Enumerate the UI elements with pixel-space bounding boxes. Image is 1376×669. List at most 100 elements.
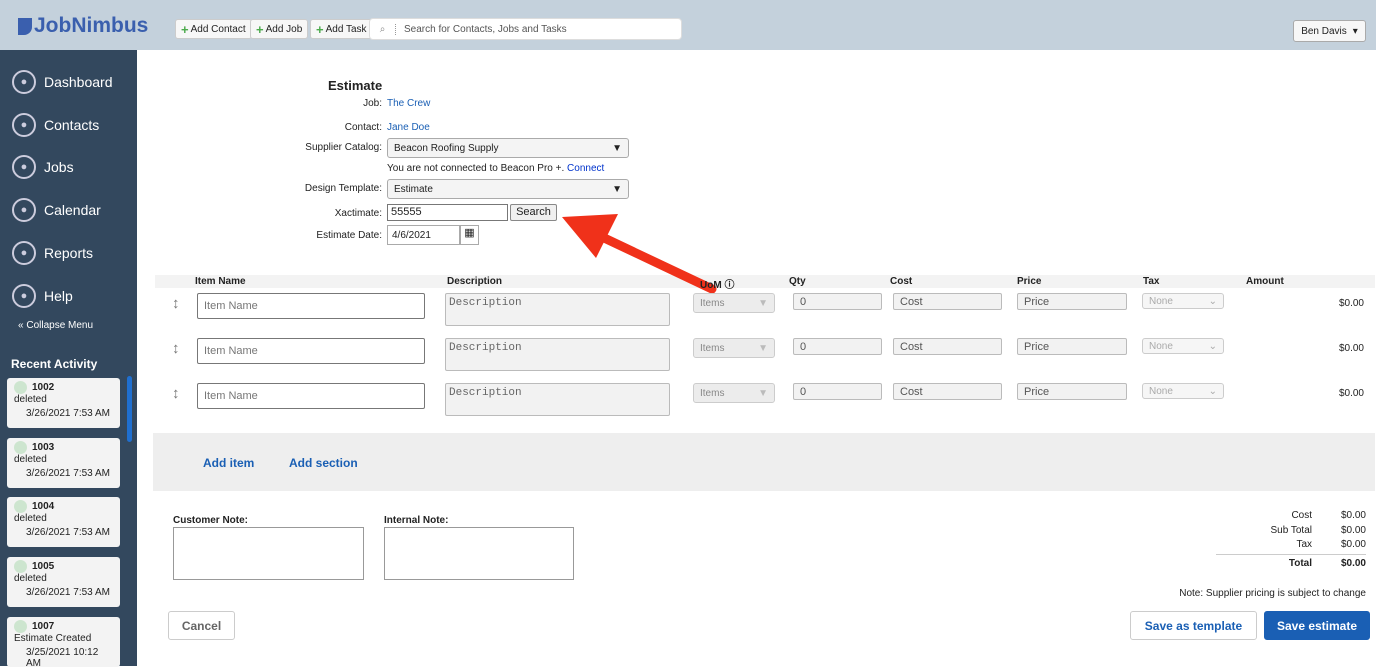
customer-note-textarea[interactable] (173, 527, 364, 580)
recent-activity-card[interactable]: 1002 deleted 3/26/2021 7:53 AM (7, 378, 120, 428)
sidebar-item-label: Contacts (44, 116, 100, 133)
activity-date: 3/26/2021 7:53 AM (26, 587, 110, 599)
connect-link[interactable]: Connect (567, 163, 604, 174)
recent-activity-card[interactable]: 1003 deleted 3/26/2021 7:53 AM (7, 437, 120, 488)
activity-id: 1005 (32, 561, 55, 573)
sidebar-item-jobs[interactable]: ● Jobs (12, 153, 74, 181)
activity-date: 3/26/2021 7:53 AM (26, 467, 110, 479)
recent-activity-card[interactable]: 1007 Estimate Created 3/25/2021 10:12 AM (7, 616, 120, 669)
activity-action: deleted (14, 453, 47, 465)
sidebar-item-help[interactable]: ● Help (12, 282, 73, 310)
price-input[interactable]: Price (1017, 338, 1127, 355)
description-textarea[interactable]: Description (445, 383, 670, 416)
sidebar-item-calendar[interactable]: ● Calendar (12, 196, 101, 224)
drag-handle-icon[interactable]: ↕ (172, 340, 180, 357)
item-name-input[interactable]: Item Name (197, 383, 425, 409)
uom-select[interactable]: Items ▼ (693, 338, 775, 358)
calendar-icon[interactable]: ▦ (460, 225, 479, 245)
totals-divider (1216, 554, 1366, 555)
logo[interactable]: JobNimbus (18, 14, 148, 38)
sidebar-item-dashboard[interactable]: ● Dashboard (12, 68, 113, 96)
price-input[interactable]: Price (1017, 383, 1127, 400)
sidebar-item-label: Dashboard (44, 74, 113, 90)
drag-handle-icon[interactable]: ↕ (172, 295, 180, 312)
sidebar-scrollbar[interactable] (127, 376, 132, 442)
recent-activity-card[interactable]: 1004 deleted 3/26/2021 7:53 AM (7, 497, 120, 548)
supplier-label: Supplier Catalog: (305, 142, 382, 153)
sidebar-item-label: Reports (44, 244, 94, 261)
save-estimate-button[interactable]: Save estimate (1264, 611, 1370, 640)
description-textarea[interactable]: Description (445, 338, 670, 371)
template-label: Design Template: (304, 183, 382, 194)
collapse-menu-button[interactable]: « Collapse Menu (18, 320, 93, 331)
document-icon (14, 381, 27, 394)
amount-value: $0.00 (1338, 388, 1364, 399)
add-contact-button[interactable]: + Add Contact (175, 19, 252, 39)
cost-input[interactable]: Cost (893, 383, 1002, 400)
column-header: Cost (890, 276, 913, 287)
add-item-link[interactable]: Add item (203, 456, 254, 470)
sidebar-item-label: Help (44, 287, 73, 304)
connection-status: You are not connected to Beacon Pro +. C… (387, 163, 605, 174)
activity-date: 3/25/2021 10:12 AM (26, 646, 99, 669)
drag-handle-icon[interactable]: ↕ (172, 385, 180, 402)
activity-action: deleted (14, 394, 47, 405)
customer-note-label: Customer Note: (173, 515, 249, 526)
estimate-date-input[interactable]: 4/6/2021 (387, 225, 460, 245)
cancel-button[interactable]: Cancel (168, 611, 235, 640)
search-icon: ⌕ (370, 23, 396, 35)
column-header: Amount (1246, 276, 1284, 287)
uom-select[interactable]: Items ▼ (693, 293, 775, 313)
item-name-input[interactable]: Item Name (197, 293, 425, 319)
user-icon: ● (12, 112, 36, 137)
recent-activity-card[interactable]: 1005 deleted 3/26/2021 7:53 AM (7, 557, 120, 608)
total-row-tax: Tax $0.00 (1296, 539, 1366, 550)
tax-select[interactable]: None ⌄ (1142, 293, 1224, 309)
item-name-input[interactable]: Item Name (197, 338, 425, 364)
add-bar: Add item Add section (153, 433, 1375, 491)
user-menu[interactable]: Ben Davis ▾ (1293, 20, 1366, 42)
info-icon[interactable]: ⓘ (724, 280, 734, 291)
sidebar-item-contacts[interactable]: ● Contacts (12, 111, 99, 139)
internal-note-label: Internal Note: (384, 515, 449, 526)
page-title: Estimate (328, 78, 383, 93)
top-bar: JobNimbus + Add Contact + Add Job + Add Tas… (0, 0, 1376, 50)
add-task-button[interactable]: + Add Task (310, 19, 373, 39)
job-link[interactable]: The Crew (387, 98, 430, 109)
contact-link[interactable]: Jane Doe (387, 122, 430, 133)
sidebar-item-reports[interactable]: ● Reports (12, 239, 93, 267)
lifebuoy-icon: ● (12, 283, 36, 308)
add-job-button[interactable]: + Add Job (250, 19, 309, 39)
xactimate-label: Xactimate: (334, 208, 382, 219)
cost-input[interactable]: Cost (893, 293, 1002, 310)
design-template-select[interactable]: Estimate ▼ (387, 179, 629, 199)
activity-id: 1004 (32, 501, 55, 513)
document-icon (14, 440, 27, 454)
activity-action: deleted (14, 573, 47, 585)
internal-note-textarea[interactable] (384, 527, 574, 580)
qty-input[interactable]: 0 (793, 293, 882, 310)
description-textarea[interactable]: Description (445, 293, 670, 326)
column-header: Price (1017, 276, 1042, 287)
dashboard-icon: ● (12, 70, 36, 94)
xactimate-search-button[interactable]: Search (510, 204, 557, 221)
document-icon (14, 619, 27, 633)
supplier-catalog-select[interactable]: Beacon Roofing Supply ▼ (387, 138, 629, 158)
column-header: Description (447, 276, 503, 287)
qty-input[interactable]: 0 (793, 338, 882, 355)
price-input[interactable]: Price (1017, 293, 1127, 310)
cost-input[interactable]: Cost (893, 338, 1002, 355)
add-section-link[interactable]: Add section (289, 456, 358, 470)
qty-input[interactable]: 0 (793, 383, 882, 400)
activity-id: 1003 (32, 441, 55, 453)
tax-select[interactable]: None ⌄ (1142, 338, 1224, 354)
tax-select[interactable]: None ⌄ (1142, 383, 1224, 399)
xactimate-input[interactable]: 55555 (387, 204, 508, 221)
chart-icon: ● (12, 240, 36, 265)
contact-label: Contact: (344, 122, 382, 133)
sidebar-item-label: Jobs (44, 159, 74, 176)
uom-select[interactable]: Items ▼ (693, 383, 775, 403)
global-search-input[interactable]: ⌕ Search for Contacts, Jobs and Tasks (369, 18, 682, 40)
save-as-template-button[interactable]: Save as template (1130, 611, 1257, 640)
column-header: Item Name (195, 276, 246, 287)
